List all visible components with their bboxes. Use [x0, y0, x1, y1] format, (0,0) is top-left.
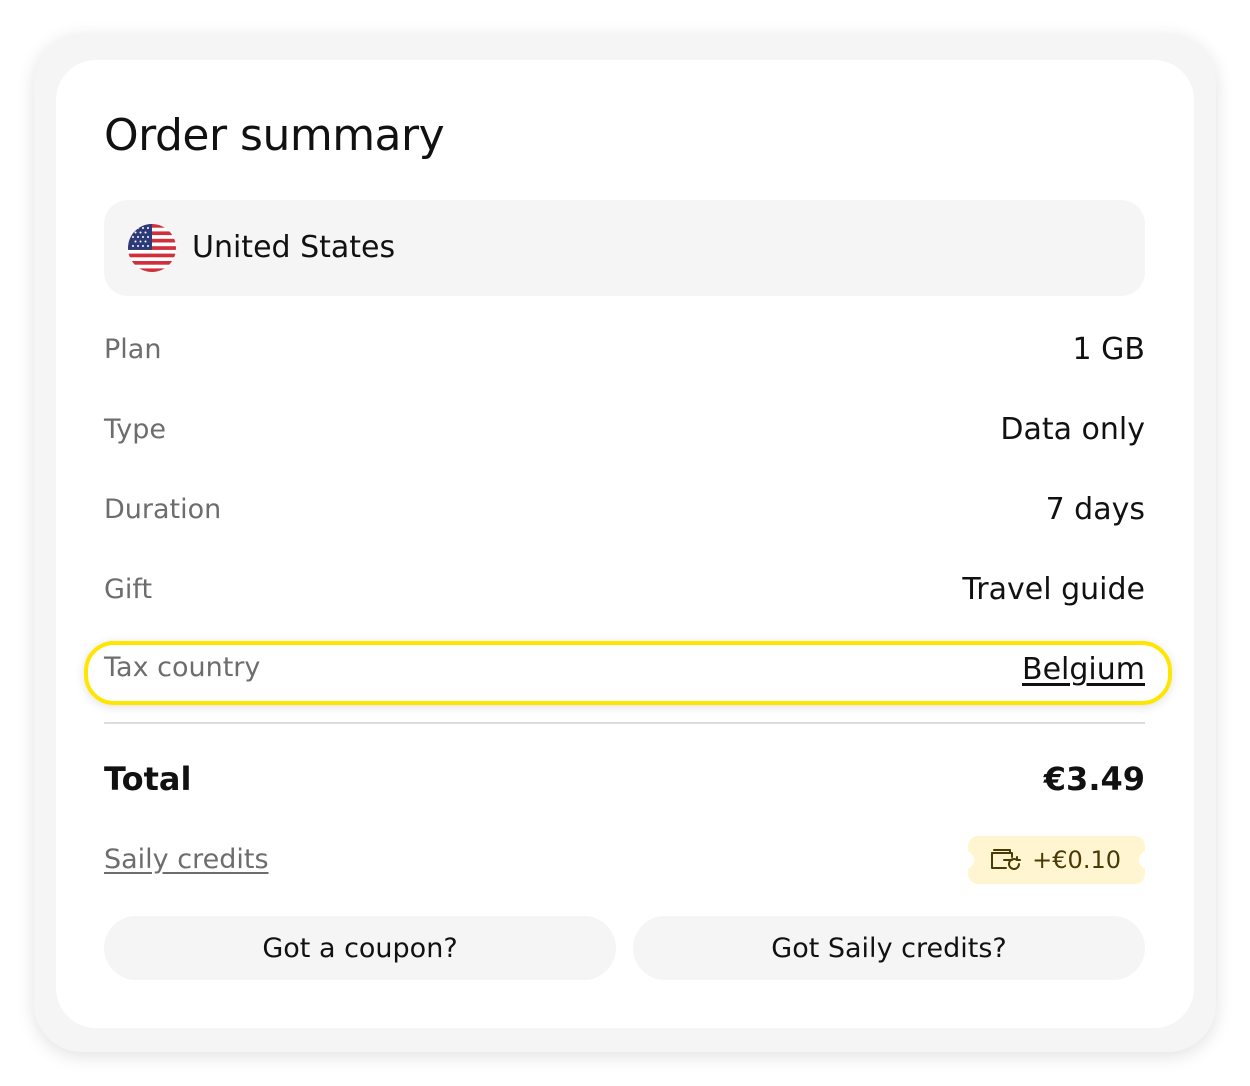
badge-notch-right [1139, 851, 1149, 869]
order-summary-card: Order summary United States Plan 1 GB Ty… [56, 60, 1194, 1028]
plan-row: Plan 1 GB [104, 326, 1145, 376]
destination-country: United States [104, 200, 1145, 296]
type-row: Type Data only [104, 406, 1145, 456]
saily-credits-link[interactable]: Saily credits [104, 844, 269, 875]
country-name: United States [192, 230, 396, 265]
us-flag-icon [128, 224, 176, 272]
total-value: €3.49 [1043, 760, 1145, 798]
page-title: Order summary [104, 110, 445, 161]
plan-label: Plan [104, 334, 162, 365]
gift-label: Gift [104, 574, 153, 605]
credits-amount: +€0.10 [1032, 846, 1121, 874]
gift-value: Travel guide [962, 572, 1145, 607]
duration-value: 7 days [1045, 492, 1145, 527]
type-label: Type [104, 414, 167, 445]
plan-value: 1 GB [1072, 332, 1145, 367]
coupon-button[interactable]: Got a coupon? [104, 916, 616, 980]
tax-country-label: Tax country [104, 652, 261, 683]
saily-credits-button[interactable]: Got Saily credits? [633, 916, 1145, 980]
divider [104, 722, 1145, 724]
badge-notch-left [964, 851, 975, 869]
total-label: Total [104, 760, 192, 798]
duration-label: Duration [104, 494, 222, 525]
tax-country-link[interactable]: Belgium [1022, 652, 1145, 687]
type-value: Data only [1000, 412, 1145, 447]
duration-row: Duration 7 days [104, 486, 1145, 536]
gift-row: Gift Travel guide [104, 566, 1145, 616]
order-summary-panel: Order summary United States Plan 1 GB Ty… [34, 34, 1216, 1052]
tax-country-row: Tax country Belgium [104, 648, 1145, 698]
credits-badge: +€0.10 [964, 836, 1149, 884]
wallet-refresh-icon [990, 845, 1022, 875]
